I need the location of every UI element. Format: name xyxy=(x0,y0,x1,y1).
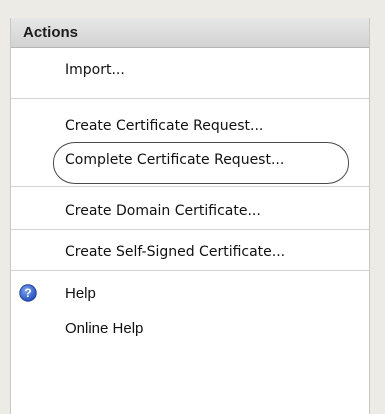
help-icon[interactable]: ? xyxy=(19,284,37,302)
panel-title: Actions xyxy=(23,24,79,41)
separator xyxy=(11,98,369,99)
online-help-action[interactable]: Online Help xyxy=(65,320,143,337)
separator xyxy=(11,186,369,187)
create-domain-certificate-action[interactable]: Create Domain Certificate... xyxy=(65,203,261,219)
create-self-signed-certificate-action[interactable]: Create Self-Signed Certificate... xyxy=(65,244,285,260)
create-certificate-request-action[interactable]: Create Certificate Request... xyxy=(65,118,263,134)
svg-text:?: ? xyxy=(24,286,31,300)
separator xyxy=(11,229,369,230)
actions-panel: Actions Import... Create Certificate Req… xyxy=(10,18,370,414)
separator xyxy=(11,270,369,271)
help-action[interactable]: Help xyxy=(65,285,96,302)
complete-certificate-request-action[interactable]: Complete Certificate Request... xyxy=(65,152,284,168)
import-action[interactable]: Import... xyxy=(65,62,125,78)
actions-panel-header: Actions xyxy=(11,18,369,48)
